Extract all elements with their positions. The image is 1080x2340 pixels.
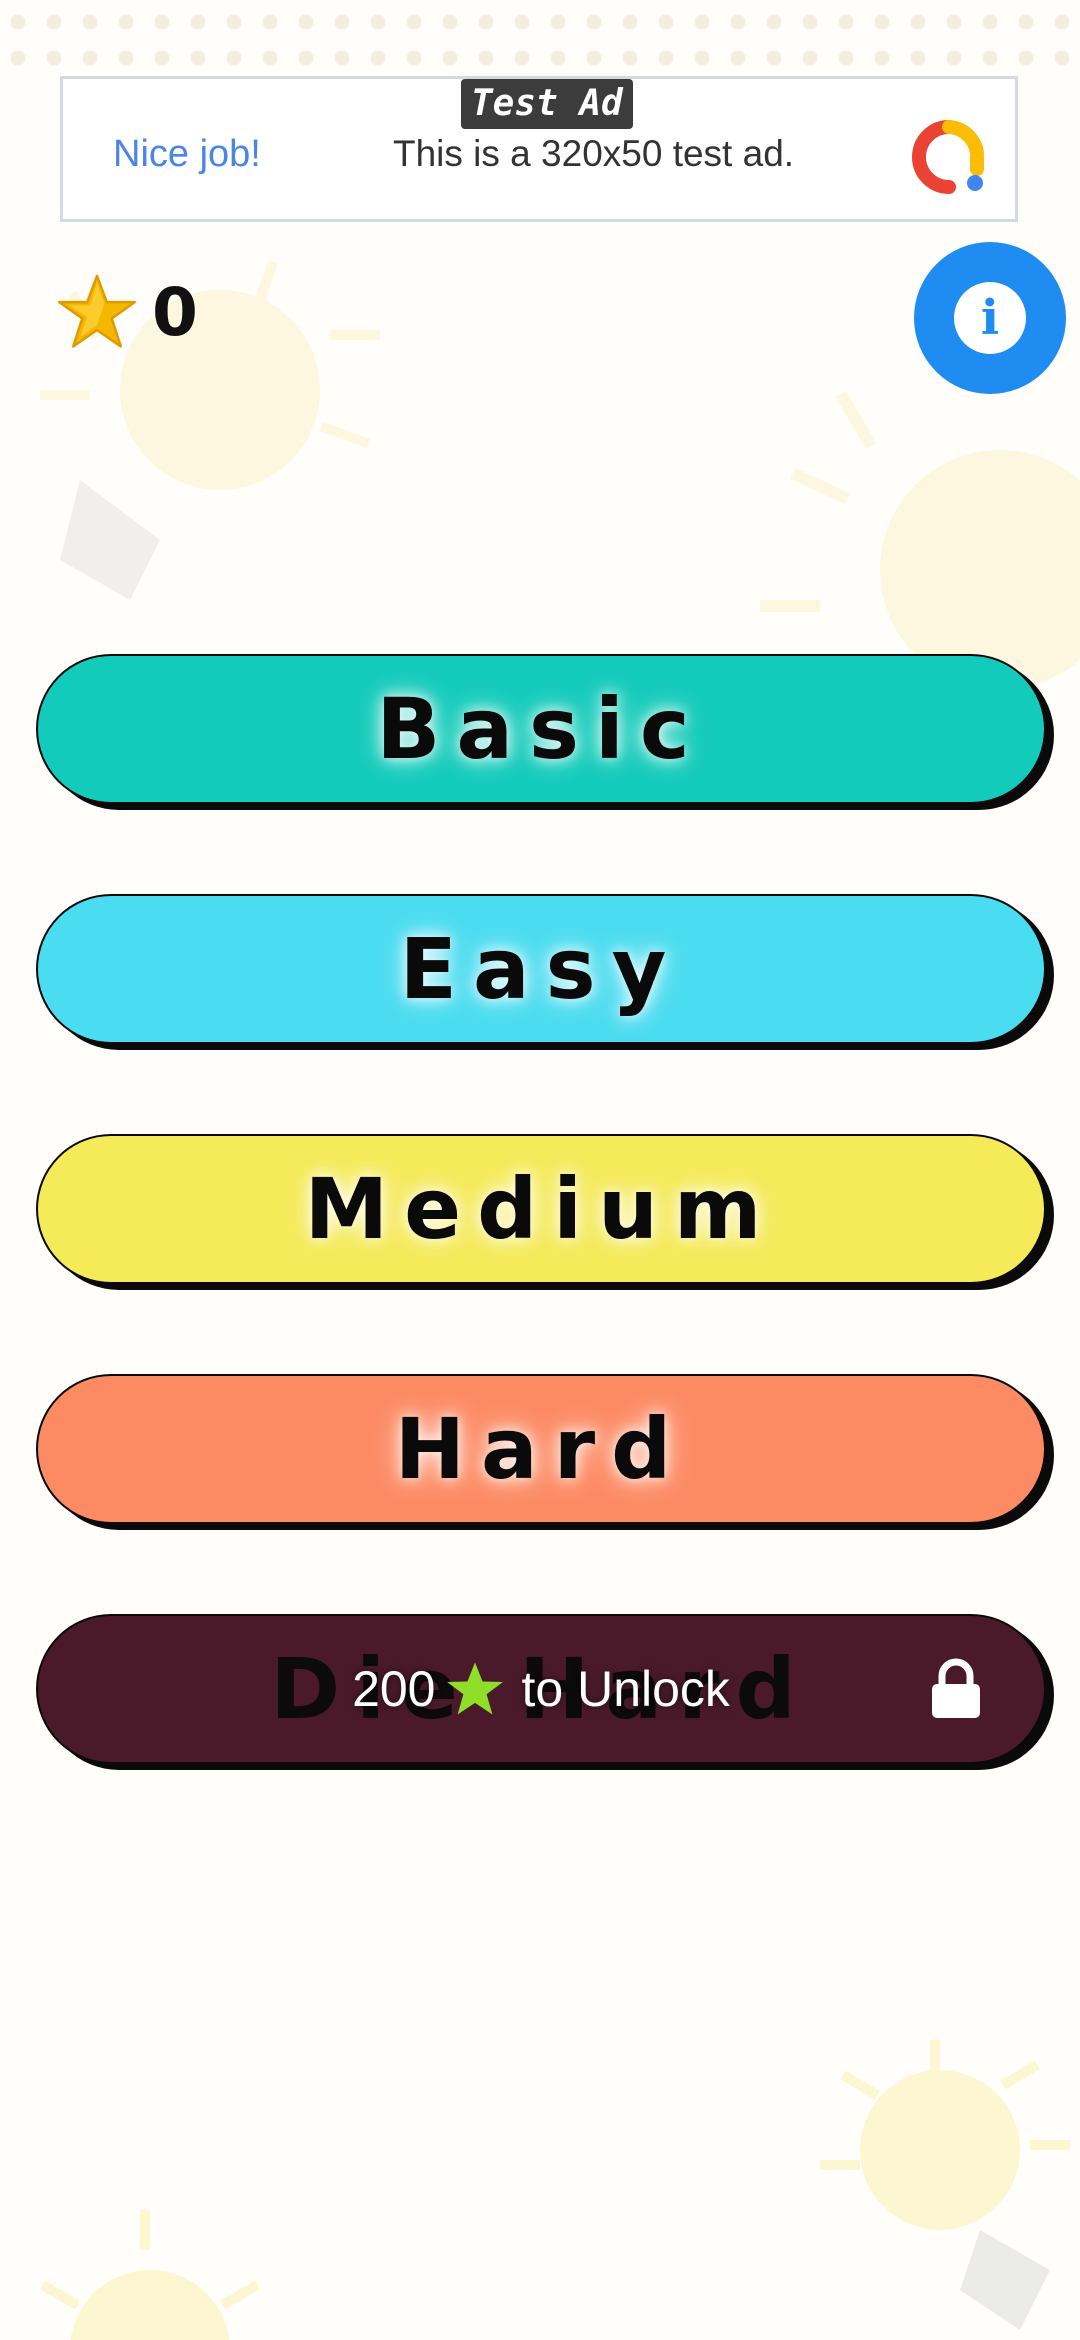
unlock-label: to Unlock <box>521 1661 730 1717</box>
star-score: 0 <box>56 270 198 354</box>
unlock-overlay: 200 to Unlock <box>38 1616 1044 1762</box>
unlock-cost: 200 <box>352 1661 436 1717</box>
level-button-medium[interactable]: Medium <box>36 1134 1046 1284</box>
level-label: Basic <box>376 680 706 778</box>
star-icon <box>446 1662 503 1715</box>
ad-banner[interactable]: Test Ad Nice job! This is a 320x50 test … <box>60 76 1018 222</box>
info-button[interactable]: i <box>914 242 1066 394</box>
lightbulb-decoration-icon <box>820 2040 1070 2330</box>
level-button-easy[interactable]: Easy <box>36 894 1046 1044</box>
level-label: Easy <box>399 920 683 1018</box>
score-value: 0 <box>152 273 198 351</box>
ad-body-text[interactable]: This is a 320x50 test ad. <box>393 131 794 177</box>
admob-logo-icon[interactable] <box>909 117 989 197</box>
star-icon <box>58 274 136 348</box>
info-icon: i <box>954 282 1026 354</box>
level-button-die-hard[interactable]: Die Hard 200 to Unlock <box>36 1614 1046 1764</box>
level-label: Hard <box>394 1400 688 1498</box>
background-dot-pattern <box>0 0 1080 80</box>
level-button-basic[interactable]: Basic <box>36 654 1046 804</box>
lightbulb-decoration-icon <box>40 2210 260 2340</box>
lock-icon <box>932 1658 980 1718</box>
level-button-hard[interactable]: Hard <box>36 1374 1046 1524</box>
test-ad-tag: Test Ad <box>461 79 633 129</box>
ad-headline[interactable]: Nice job! <box>113 131 261 177</box>
level-label: Medium <box>304 1160 778 1258</box>
